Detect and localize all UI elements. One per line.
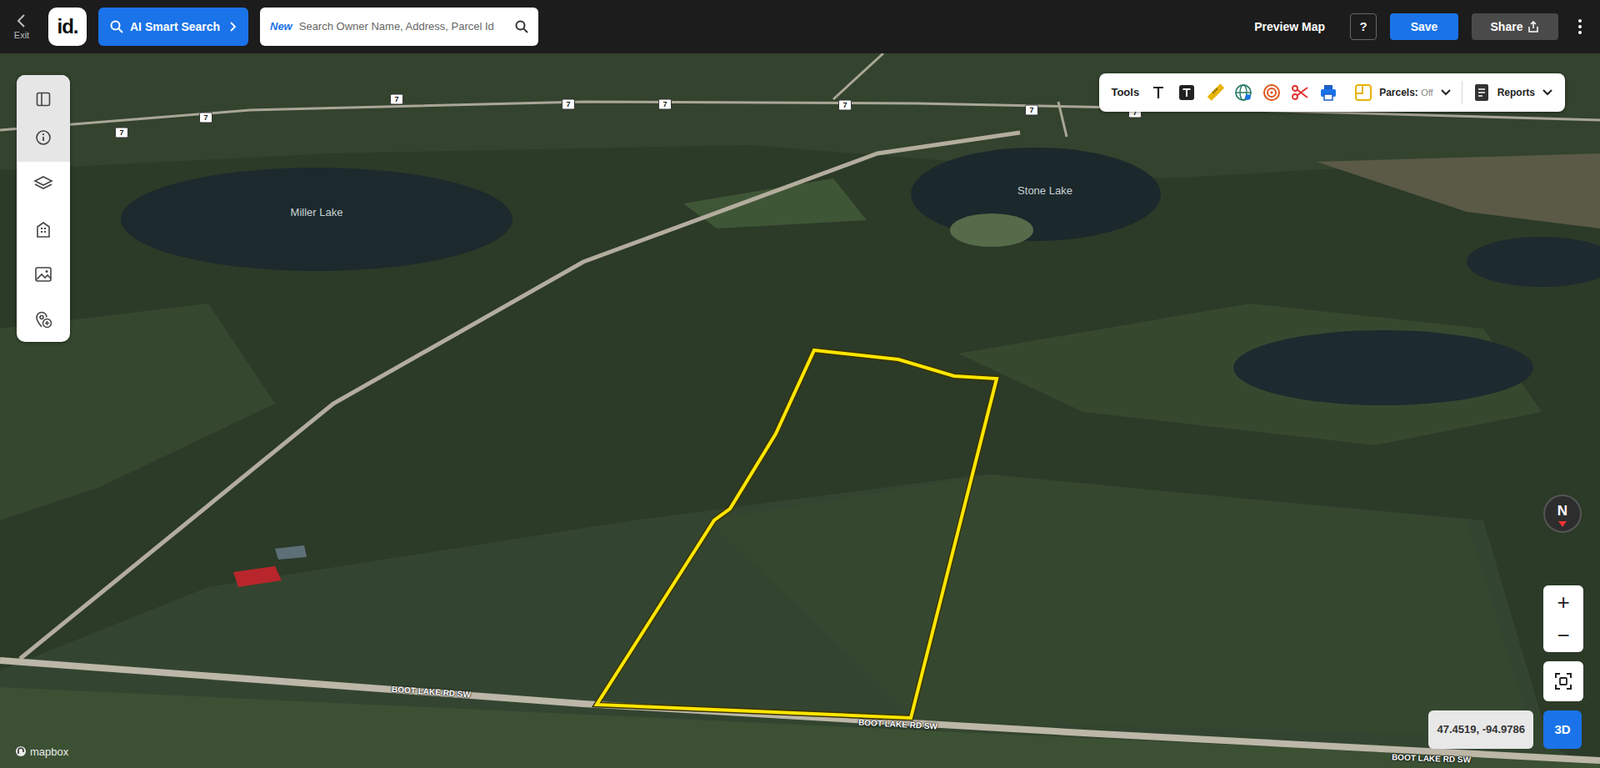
search-icon[interactable] [110,20,124,34]
route-shield: 7 [390,94,404,105]
print-icon[interactable] [1319,83,1338,102]
exit-label[interactable]: Exit [14,30,30,40]
text-icon[interactable] [1149,83,1168,102]
coordinates-box[interactable]: 47.4519, -94.9786 [1428,710,1534,749]
search-box[interactable]: New [260,7,539,46]
exit-button[interactable]: Exit [6,13,37,40]
route-shield: 7 [1025,105,1039,116]
zoom-in-button[interactable]: + [1543,585,1584,619]
map[interactable]: Miller LakeStone LakeBOOT LAKE RD SWBOOT… [0,53,1600,768]
image-icon[interactable] [34,265,53,283]
parcels-text[interactable]: Parcels: [1379,86,1419,99]
mapbox-logo-icon [15,745,27,757]
reports-dropdown[interactable]: Reports [1472,83,1554,102]
top-actions: Preview Map? Save Share [1242,13,1589,40]
zoom-out-button[interactable]: − [1543,618,1584,652]
route-shield: 7 [561,99,575,110]
attribution-label: mapbox [30,743,69,760]
sidebar-item[interactable] [16,80,70,119]
share-button[interactable]: Share [1471,13,1559,40]
separator [1461,80,1463,105]
sidebar-item[interactable] [16,161,70,207]
left-toolbar [16,75,70,342]
sidebar-item[interactable] [16,251,70,297]
attribution: mapbox [15,743,69,760]
share-icon[interactable] [1527,20,1540,33]
add-location-icon[interactable] [34,310,53,329]
search-icon[interactable] [515,20,529,34]
sidebar-item[interactable] [16,118,70,157]
building-icon[interactable] [34,220,53,239]
back-icon[interactable] [15,13,29,29]
sidebar-item[interactable] [16,296,70,342]
parcels-state[interactable]: Off [1420,87,1433,98]
help-button[interactable]: ? [1350,13,1377,40]
sidebar-item[interactable] [16,206,70,252]
text-box-icon[interactable] [1177,83,1196,102]
route-shield: 7 [115,127,129,139]
preview-map-button[interactable]: Preview Map [1242,18,1337,36]
3d-toggle[interactable]: 3D [1543,710,1582,749]
more-icon[interactable] [1571,13,1589,40]
share-label[interactable]: Share [1490,18,1524,36]
route-shield: 7 [838,100,852,111]
scissors-icon[interactable] [1290,83,1310,102]
fit-icon[interactable] [1554,671,1573,690]
toolbar-header [16,75,70,162]
route-shield: 7 [658,99,672,110]
chevron-right-icon[interactable] [228,20,237,33]
search-input[interactable] [297,17,510,36]
lake-label: Stone Lake [1017,182,1073,200]
globe-icon[interactable] [1234,83,1253,102]
panel-toggle-icon[interactable] [35,91,51,107]
north-arrow-icon[interactable] [1558,520,1567,527]
parcel-outline[interactable] [596,350,997,718]
tools-panel: Tools Parcels: Off Reports [1099,73,1565,112]
parcels-toggle[interactable]: Parcels: Off [1354,83,1452,102]
radius-icon[interactable] [1262,83,1281,102]
fit-bounds-button[interactable] [1543,660,1584,701]
route-shield: 7 [199,112,213,124]
chevron-down-icon[interactable] [1541,88,1554,97]
logo[interactable]: id. [48,7,87,46]
save-button[interactable]: Save [1390,13,1459,40]
lake-label: Miller Lake [290,204,344,221]
layers-icon[interactable] [33,175,54,194]
ai-search-button[interactable]: AI Smart Search [98,7,249,46]
report-icon[interactable] [1472,83,1491,102]
coordinates[interactable]: 47.4519, -94.9786 [1436,720,1525,738]
compass[interactable]: N [1543,494,1582,533]
ruler-icon[interactable] [1205,83,1225,102]
chevron-down-icon[interactable] [1440,88,1452,97]
top-bar: Exit id. AI Smart Search New Preview Map? Sav… [0,0,1600,54]
new-badge: New [270,18,293,35]
parcels-label[interactable]: Parcels: Off [1379,85,1434,100]
zoom-control: +− [1543,585,1584,652]
info-icon[interactable] [35,129,52,146]
parcels-icon[interactable] [1354,83,1373,102]
compass-label[interactable]: N [1557,500,1568,522]
ai-search-label[interactable]: AI Smart Search [130,18,220,36]
reports-label[interactable]: Reports [1497,85,1535,100]
tools-label: Tools [1110,84,1140,101]
